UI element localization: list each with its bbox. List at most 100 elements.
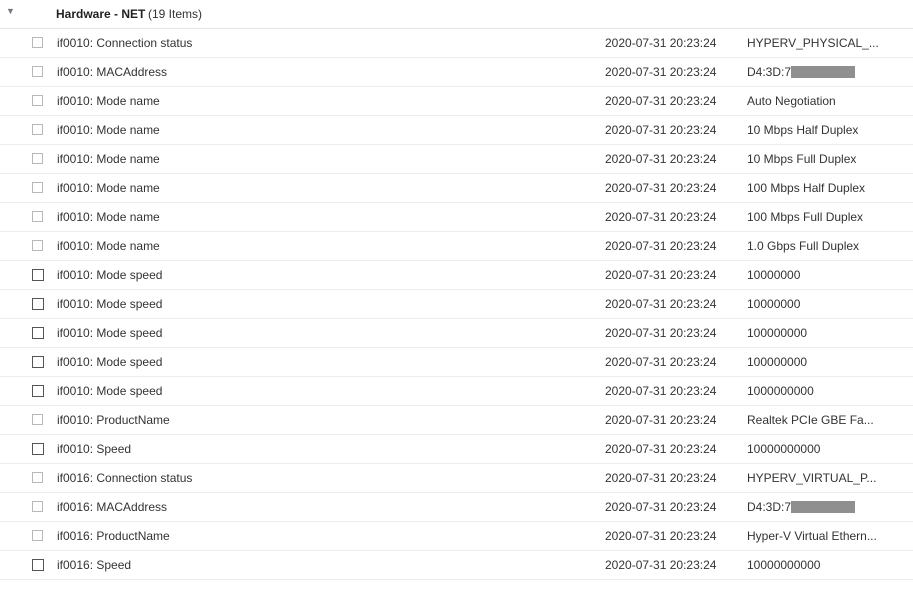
row-value-text: Hyper-V Virtual Ethern... (747, 529, 877, 543)
row-checkbox[interactable] (32, 327, 44, 339)
row-value-text: 10000000000 (747, 558, 821, 572)
redaction-block (791, 66, 856, 78)
row-value: 1000000000 (747, 384, 814, 398)
row-timestamp: 2020-07-31 20:23:24 (605, 471, 717, 485)
table-row[interactable]: if0016: Speed 2020-07-31 20:23:24 10000000… (0, 551, 913, 580)
row-name: if0010: Mode name (57, 210, 160, 224)
row-timestamp: 2020-07-31 20:23:24 (605, 239, 717, 253)
row-timestamp: 2020-07-31 20:23:24 (605, 181, 717, 195)
row-value-text: 100000000 (747, 355, 808, 369)
row-value: 100000000 (747, 326, 807, 340)
row-value-text: 10000000 (747, 297, 801, 311)
table-row[interactable]: if0010: Mode speed 2020-07-31 20:23:24 100… (0, 348, 913, 377)
row-checkbox[interactable] (32, 501, 43, 512)
row-name: if0016: MACAddress (57, 500, 168, 514)
row-value: 10000000 (747, 268, 800, 282)
row-timestamp: 2020-07-31 20:23:24 (605, 442, 717, 456)
row-value-text: 1.0 Gbps Full Duplex (747, 239, 860, 253)
row-checkbox[interactable] (32, 66, 43, 77)
row-timestamp: 2020-07-31 20:23:24 (605, 123, 717, 137)
row-checkbox[interactable] (32, 298, 44, 310)
row-value-text: 100 Mbps Half Duplex (747, 181, 866, 195)
row-checkbox[interactable] (32, 356, 44, 368)
table-row[interactable]: if0010: MACAddress 2020-07-31 20:23:24 D4:… (0, 58, 913, 87)
row-value-text: Realtek PCIe GBE Fa... (747, 413, 874, 427)
row-value: D4:3D:7 (747, 500, 856, 514)
row-value: 10000000000 (747, 442, 820, 456)
table-row[interactable]: if0010: Mode name 2020-07-31 20:23:24 100 … (0, 203, 913, 232)
table-row[interactable]: if0016: Connection status 2020-07-31 20:2… (0, 464, 913, 493)
row-name: if0010: Mode speed (57, 355, 163, 369)
row-name: if0010: MACAddress (57, 65, 168, 79)
row-checkbox[interactable] (32, 443, 44, 455)
row-timestamp: 2020-07-31 20:23:24 (605, 558, 717, 572)
table-row[interactable]: if0010: ProductName 2020-07-31 20:23:24 Re… (0, 406, 913, 435)
row-name: if0010: Speed (57, 442, 132, 456)
row-name: if0016: Speed (57, 558, 132, 572)
row-checkbox[interactable] (32, 472, 43, 483)
row-value-text: 10000000 (747, 268, 801, 282)
row-checkbox[interactable] (32, 124, 43, 135)
row-value: HYPERV_VIRTUAL_P... (747, 471, 876, 485)
row-checkbox[interactable] (32, 182, 43, 193)
row-name: if0016: Connection status (57, 471, 193, 485)
row-timestamp: 2020-07-31 20:23:24 (605, 94, 717, 108)
row-value-text: 1000000000 (747, 384, 814, 398)
table-row[interactable]: if0010: Mode name 2020-07-31 20:23:24 1.0 … (0, 232, 913, 261)
row-name: if0010: ProductName (57, 413, 170, 427)
table-row[interactable]: if0010: Mode speed 2020-07-31 20:23:24 100… (0, 290, 913, 319)
collapse-caret-icon[interactable]: ▼ (6, 6, 15, 16)
row-checkbox[interactable] (32, 153, 43, 164)
row-checkbox[interactable] (32, 37, 43, 48)
table-row[interactable]: if0010: Mode speed 2020-07-31 20:23:24 100… (0, 319, 913, 348)
row-value-text: D4:3D:7 (747, 500, 792, 514)
row-checkbox[interactable] (32, 530, 43, 541)
row-name: if0010: Connection status (57, 36, 193, 50)
row-checkbox[interactable] (32, 559, 44, 571)
row-timestamp: 2020-07-31 20:23:24 (605, 36, 717, 50)
row-value-text: Auto Negotiation (747, 94, 836, 108)
row-name: if0010: Mode name (57, 239, 160, 253)
table-row[interactable]: if0016: MACAddress 2020-07-31 20:23:24 D4:… (0, 493, 913, 522)
row-name: if0010: Mode name (57, 123, 160, 137)
row-value-text: 100 Mbps Full Duplex (747, 210, 864, 224)
row-timestamp: 2020-07-31 20:23:24 (605, 529, 717, 543)
table-row[interactable]: if0016: ProductName 2020-07-31 20:23:24 Hy… (0, 522, 913, 551)
table-row[interactable]: if0010: Mode speed 2020-07-31 20:23:24 100… (0, 261, 913, 290)
row-checkbox[interactable] (32, 211, 43, 222)
table-row[interactable]: if0010: Speed 2020-07-31 20:23:24 10000000… (0, 435, 913, 464)
group-title: Hardware - NET (56, 7, 146, 21)
row-timestamp: 2020-07-31 20:23:24 (605, 413, 717, 427)
table-row[interactable]: if0010: Mode name 2020-07-31 20:23:24 100 … (0, 174, 913, 203)
row-checkbox[interactable] (32, 95, 43, 106)
row-value: Auto Negotiation (747, 94, 836, 108)
row-value: 100 Mbps Half Duplex (747, 181, 865, 195)
row-name: if0010: Mode speed (57, 268, 163, 282)
row-timestamp: 2020-07-31 20:23:24 (605, 210, 717, 224)
table-row[interactable]: if0010: Mode name 2020-07-31 20:23:24 10 M… (0, 116, 913, 145)
table-row[interactable]: if0010: Mode name 2020-07-31 20:23:24 10 M… (0, 145, 913, 174)
table-row[interactable]: if0010: Mode name 2020-07-31 20:23:24 Auto… (0, 87, 913, 116)
row-timestamp: 2020-07-31 20:23:24 (605, 297, 717, 311)
row-checkbox[interactable] (32, 385, 44, 397)
redaction-block (791, 501, 856, 513)
row-checkbox[interactable] (32, 269, 44, 281)
row-timestamp: 2020-07-31 20:23:24 (605, 500, 717, 514)
row-timestamp: 2020-07-31 20:23:24 (605, 355, 717, 369)
row-timestamp: 2020-07-31 20:23:24 (605, 326, 717, 340)
row-value-text: D4:3D:7 (747, 65, 792, 79)
row-checkbox[interactable] (32, 240, 43, 251)
row-value-text: HYPERV_VIRTUAL_P... (747, 471, 877, 485)
row-value-text: 10 Mbps Full Duplex (747, 152, 857, 166)
table-row[interactable]: if0010: Mode speed 2020-07-31 20:23:24 100… (0, 377, 913, 406)
group-item-count: (19 Items) (148, 7, 203, 21)
row-value-text: 10000000000 (747, 442, 821, 456)
row-value-text: 100000000 (747, 326, 808, 340)
item-list: if0010: Connection status 2020-07-31 20:2… (0, 29, 913, 580)
row-value: 10000000 (747, 297, 800, 311)
row-value: 100 Mbps Full Duplex (747, 210, 863, 224)
group-header[interactable]: ▼ Hardware - NET (19 Items) (0, 0, 913, 29)
row-checkbox[interactable] (32, 414, 43, 425)
row-name: if0010: Mode speed (57, 297, 163, 311)
table-row[interactable]: if0010: Connection status 2020-07-31 20:2… (0, 29, 913, 58)
